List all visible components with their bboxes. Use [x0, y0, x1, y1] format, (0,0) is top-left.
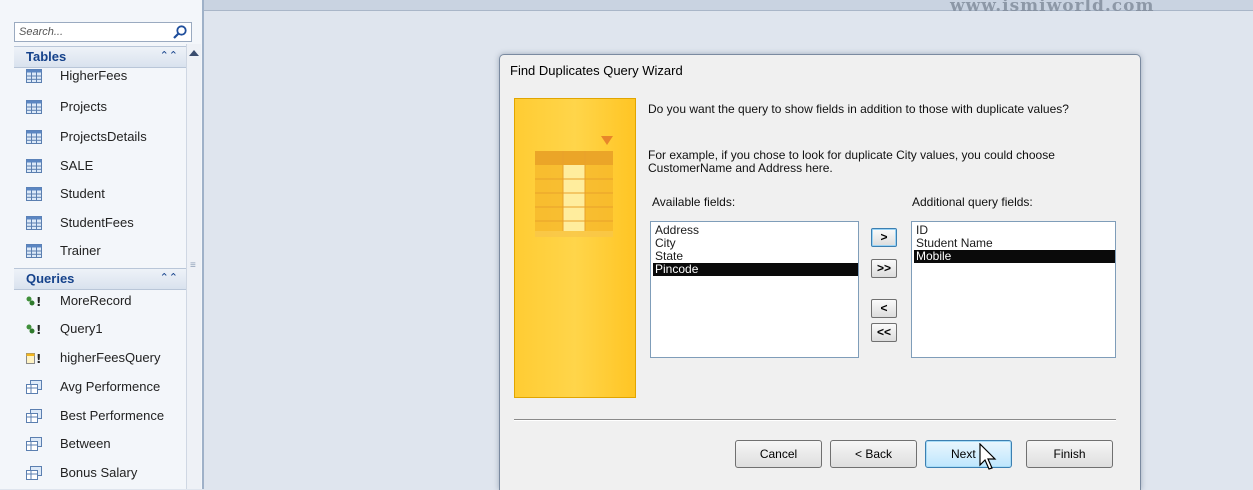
svg-text:!: ! — [36, 295, 41, 308]
nav-item-query[interactable]: Avg Performence — [14, 374, 184, 401]
scroll-grip-icon[interactable]: ≡ — [190, 261, 198, 271]
nav-item-label: SALE — [60, 158, 94, 173]
nav-item-label: higherFeesQuery — [60, 350, 161, 365]
nav-item-query[interactable]: ! higherFeesQuery — [14, 345, 184, 372]
svg-text:!: ! — [36, 352, 41, 365]
nav-item-label: ProjectsDetails — [60, 129, 147, 144]
wizard-example-line: CustomerName and Address here. — [648, 161, 833, 175]
table-icon — [26, 187, 42, 201]
nav-item-label: HigherFees — [60, 68, 128, 83]
group-header-queries[interactable]: Queries ⌃⌃ — [14, 268, 186, 290]
cancel-button[interactable]: Cancel — [735, 440, 822, 468]
nav-item-query[interactable]: ! MoreRecord — [14, 288, 184, 315]
group-title-queries: Queries — [26, 271, 75, 286]
scroll-up-arrow-icon[interactable] — [189, 50, 199, 56]
select-query-icon — [26, 437, 42, 451]
finish-button[interactable]: Finish — [1026, 440, 1113, 468]
search-icon[interactable] — [172, 24, 188, 40]
svg-text:!: ! — [36, 323, 41, 336]
remove-all-fields-button[interactable]: << — [871, 323, 897, 342]
table-icon — [26, 100, 42, 114]
available-fields-label: Available fields: — [652, 195, 736, 209]
nav-item-query[interactable]: ! Query1 — [14, 316, 184, 343]
select-query-icon — [26, 409, 42, 423]
wizard-banner-graphic — [514, 98, 636, 398]
dialog-title: Find Duplicates Query Wizard — [510, 63, 683, 78]
duplicates-query-icon: ! — [26, 323, 41, 336]
nav-item-label: MoreRecord — [60, 293, 132, 308]
list-item[interactable]: City — [653, 237, 858, 250]
nav-item-table[interactable]: StudentFees — [14, 210, 184, 237]
available-fields-listbox[interactable]: Address City State Pincode — [650, 221, 859, 358]
dialog-separator — [514, 419, 1116, 421]
nav-item-label: Between — [60, 436, 111, 451]
make-table-query-icon: ! — [26, 352, 41, 365]
additional-fields-label: Additional query fields: — [912, 195, 1033, 209]
nav-item-query[interactable]: Bonus Salary — [14, 460, 184, 487]
list-item-selected[interactable]: Pincode — [653, 263, 858, 276]
nav-item-table[interactable]: Student — [14, 181, 184, 208]
nav-item-query[interactable]: Best Performence — [14, 403, 184, 430]
list-item[interactable]: Address — [653, 224, 858, 237]
find-duplicates-wizard-dialog: Find Duplicates Query Wizard Do you want… — [499, 54, 1141, 490]
nav-item-label: Bonus Salary — [60, 465, 138, 480]
mouse-pointer-icon — [979, 443, 997, 470]
select-query-icon — [26, 466, 42, 480]
watermark-url: www.ismiworld.com — [950, 0, 1155, 16]
nav-item-label: Trainer — [60, 243, 101, 258]
collapse-icon[interactable]: ⌃⌃ — [160, 271, 178, 284]
add-all-fields-button[interactable]: >> — [871, 259, 897, 278]
table-grid-illustration-icon — [535, 136, 613, 237]
nav-item-table[interactable]: Trainer — [14, 238, 184, 265]
back-button[interactable]: < Back — [830, 440, 917, 468]
nav-item-table[interactable]: Projects — [14, 94, 184, 121]
list-item-selected[interactable]: Mobile — [914, 250, 1115, 263]
wizard-example: For example, if you chose to look for du… — [648, 149, 1118, 175]
search-input[interactable]: Search... — [14, 22, 192, 42]
nav-item-table[interactable]: ProjectsDetails — [14, 124, 184, 151]
table-icon — [26, 69, 42, 83]
duplicates-query-icon: ! — [26, 295, 41, 308]
nav-item-table[interactable]: SALE — [14, 153, 184, 180]
nav-item-query[interactable]: Between — [14, 431, 184, 458]
navigation-pane: Search... Tables ⌃⌃ HigherFees Projects … — [0, 0, 204, 489]
table-icon — [26, 244, 42, 258]
table-icon — [26, 130, 42, 144]
nav-item-label: StudentFees — [60, 215, 134, 230]
select-query-icon — [26, 380, 42, 394]
nav-item-table[interactable]: HigherFees — [14, 63, 184, 90]
nav-scrollbar[interactable]: ≡ — [186, 44, 201, 489]
table-icon — [26, 216, 42, 230]
add-field-button[interactable]: > — [871, 228, 897, 247]
collapse-icon[interactable]: ⌃⌃ — [160, 49, 178, 62]
nav-item-label: Student — [60, 186, 105, 201]
nav-item-label: Query1 — [60, 321, 103, 336]
additional-fields-listbox[interactable]: ID Student Name Mobile — [911, 221, 1116, 358]
nav-item-label: Projects — [60, 99, 107, 114]
wizard-question: Do you want the query to show fields in … — [648, 102, 1069, 116]
nav-item-label: Avg Performence — [60, 379, 161, 394]
group-title-tables: Tables — [26, 49, 67, 64]
remove-field-button[interactable]: < — [871, 299, 897, 318]
nav-item-label: Best Performence — [60, 408, 165, 423]
search-placeholder: Search... — [19, 26, 64, 38]
table-icon — [26, 159, 42, 173]
